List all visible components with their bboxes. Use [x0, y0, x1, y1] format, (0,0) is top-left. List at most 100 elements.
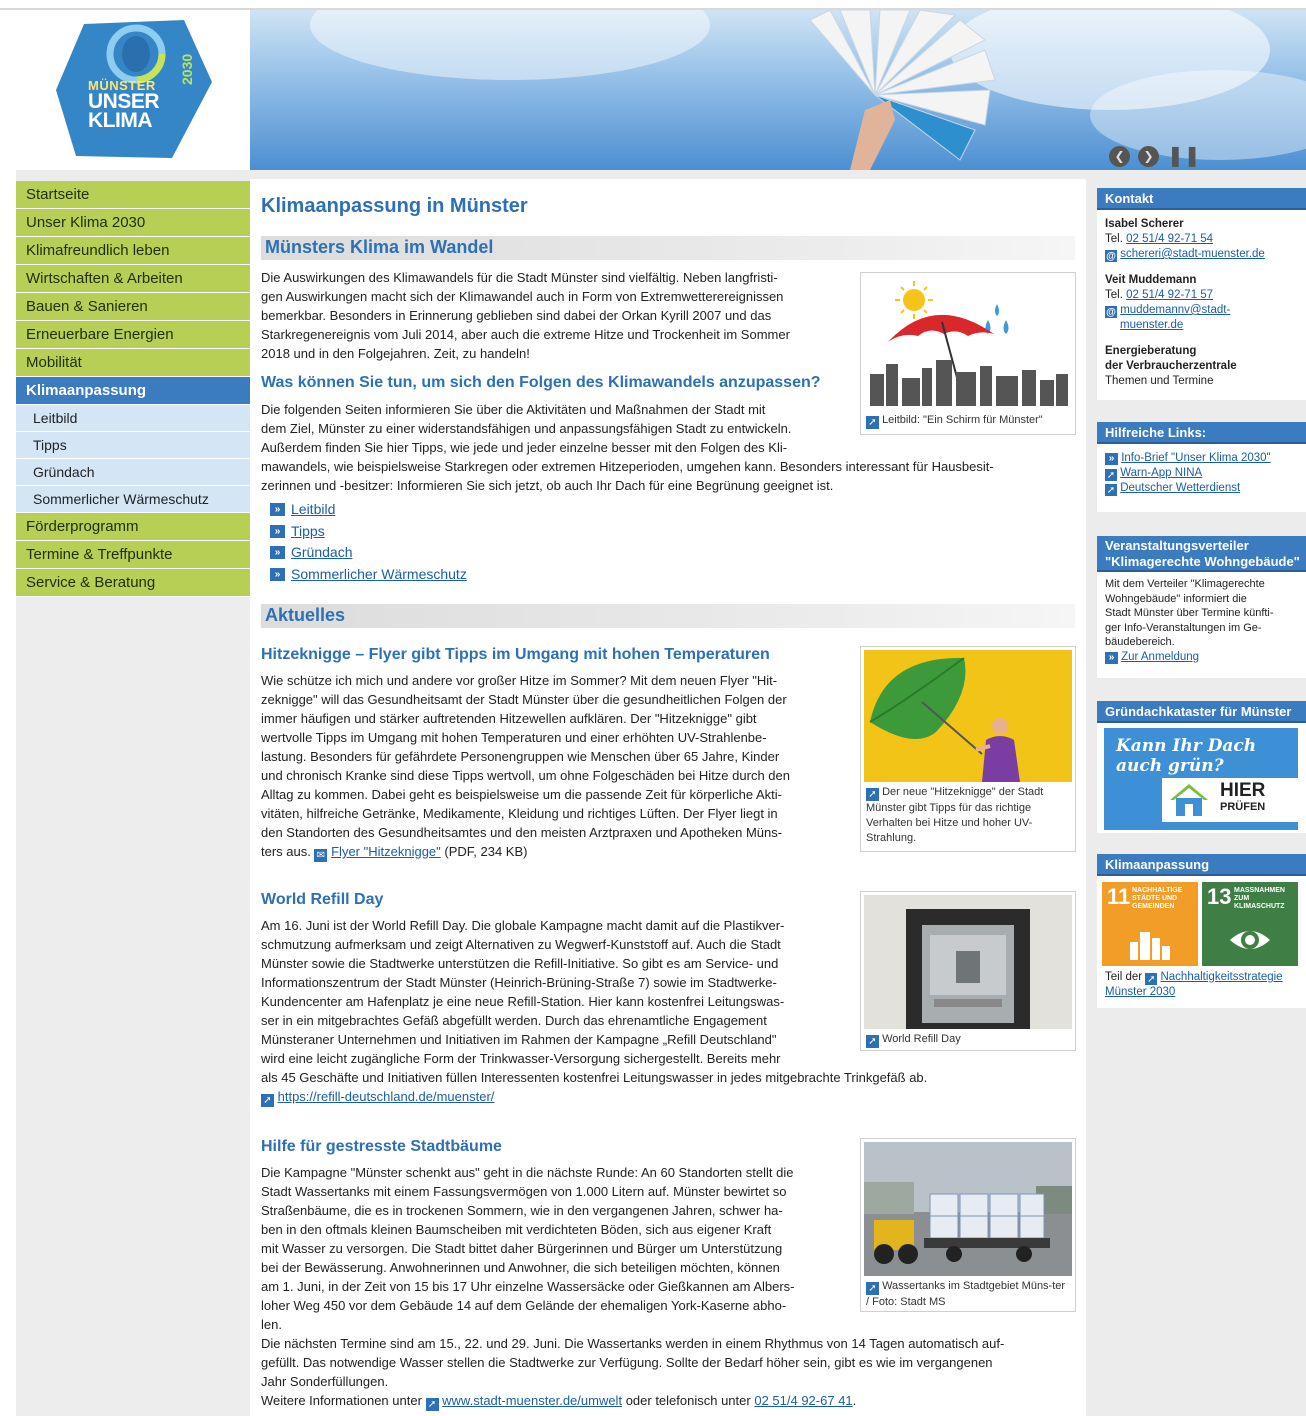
sdg-title-line: STÄDTE UND — [1132, 895, 1178, 902]
chevron-left-icon[interactable]: ❮ — [1109, 146, 1130, 167]
figure-caption: ➚ World Refill Day — [864, 1029, 1072, 1050]
text-line: Wohngebäude" informiert die — [1105, 592, 1247, 605]
text-line: ger Info-Veranstaltungen im Ge- — [1105, 621, 1262, 634]
figure-caption: ➚ Wassertanks im Stadtgebiet Müns-ter / … — [864, 1276, 1072, 1312]
anmeldung-link[interactable]: Zur Anmeldung — [1121, 651, 1199, 663]
hier-label: HIER — [1220, 780, 1266, 801]
text-line: Starkregenereignis vom Juli 2014, aber a… — [261, 327, 790, 342]
contact-name: Veit Muddemann — [1105, 274, 1197, 286]
link-text[interactable]: Leitbild — [291, 501, 335, 517]
nav-subitem-leitbild[interactable]: Leitbild — [16, 405, 250, 432]
gruendach-check-banner[interactable]: Kann Ihr Dach auch grün? HIER PRÜFEN — [1104, 728, 1298, 830]
link-text[interactable]: Sommerlicher Wärmeschutz — [291, 566, 467, 582]
text-line: wertvolle Tipps im Umgang mit hohen Temp… — [261, 730, 767, 745]
double-arrow-icon: » — [1105, 453, 1118, 465]
email-link[interactable]: schereri@stadt-muenster.de — [1120, 248, 1265, 260]
right-sidebar: Kontakt Isabel Scherer Tel. 02 51/4 92-7… — [1086, 179, 1306, 1416]
refill-deutschland-link[interactable]: https://refill-deutschland.de/muenster/ — [278, 1089, 495, 1104]
tel-label: Tel. — [1105, 289, 1123, 301]
pdf-icon: ✉ — [314, 849, 328, 862]
text-line: Außerdem finden Sie hier Tipps, wie jede… — [261, 440, 788, 455]
zoom-icon[interactable]: ➚ — [866, 1035, 879, 1048]
logo-year: 2030 — [179, 53, 195, 85]
file-info: (PDF, 234 KB) — [444, 844, 528, 859]
link-gruendach[interactable]: » Gründach — [270, 544, 352, 560]
hitzeknigge-flyer-image[interactable] — [864, 650, 1072, 782]
text-fragment: Weitere Informationen unter — [261, 1393, 422, 1408]
flyer-hitzeknigge-link[interactable]: Flyer "Hitzeknigge" — [331, 844, 441, 859]
double-arrow-icon: » — [1105, 651, 1118, 664]
subheading-anpassen: Was können Sie tun, um sich den Folgen d… — [261, 374, 821, 391]
nav-item-termine-treffpunkte[interactable]: Termine & Treffpunkte — [16, 541, 250, 569]
nav-item-mobilitaet[interactable]: Mobilität — [16, 349, 250, 377]
helpful-link-item[interactable]: ➚ Deutscher Wetterdienst — [1105, 481, 1298, 496]
sdg-number: 13 — [1207, 884, 1232, 909]
text-line: Stadt Münster über Termine künfti- — [1105, 607, 1274, 619]
hier-pruefen-button[interactable]: HIER PRÜFEN — [1162, 778, 1298, 822]
link-text[interactable]: Gründach — [291, 544, 352, 560]
stadt-muenster-umwelt-link[interactable]: www.stadt-muenster.de/umwelt — [442, 1393, 622, 1408]
link-tipps[interactable]: » Tipps — [270, 523, 325, 539]
sdg-13-tile[interactable]: 13 MASSNAHMEN ZUM KLIMASCHUTZ — [1202, 882, 1298, 966]
link-text[interactable]: Tipps — [291, 523, 325, 539]
sdg-footer: Teil der ➚ Nachhaltigkeitsstrategie Müns… — [1105, 970, 1283, 1000]
link-sommerlicher-waermeschutz[interactable]: » Sommerlicher Wärmeschutz — [270, 566, 467, 582]
wassertanks-image[interactable] — [864, 1142, 1072, 1276]
dwd-link[interactable]: Deutscher Wetterdienst — [1120, 482, 1240, 494]
text-line: gen Auswirkungen macht sich der Klimawan… — [261, 289, 784, 304]
sdg-11-tile[interactable]: 11 NACHHALTIGE STÄDTE UND GEMEINDEN — [1102, 882, 1198, 966]
text-line: als 45 Geschäfte und Initiativen füllen … — [261, 1070, 928, 1085]
refill-station-image[interactable] — [864, 895, 1072, 1029]
helpful-link-item[interactable]: » Info-Brief "Unser Klima 2030" — [1105, 451, 1298, 466]
energy-title: der Verbraucherzentrale — [1105, 360, 1237, 372]
chevron-right-icon[interactable]: ❯ — [1138, 146, 1159, 167]
text-line: mawandels, wie beispielsweise Starkregen… — [261, 459, 994, 474]
nav-item-foerderprogramm[interactable]: Förderprogramm — [16, 513, 250, 541]
sdg-title-line: NACHHALTIGE — [1132, 887, 1183, 894]
phone-link[interactable]: 02 51/4 92-67 41 — [754, 1393, 852, 1408]
email-icon: @ — [1105, 306, 1117, 318]
nachhaltigkeitsstrategie-link[interactable]: Nachhaltigkeitsstrategie — [1160, 971, 1282, 983]
section-header-klima-wandel: Münsters Klima im Wandel — [261, 236, 1075, 260]
slogan-line: auch grün? — [1116, 756, 1224, 776]
helpful-links-title: Hilfreiche Links: — [1097, 422, 1306, 444]
external-link-icon: ➚ — [261, 1094, 274, 1107]
nav-item-startseite[interactable]: Startseite — [16, 181, 250, 209]
nav-item-bauen-sanieren[interactable]: Bauen & Sanieren — [16, 293, 250, 321]
main-content: Klimaanpassung in Münster Münsters Klima… — [250, 179, 1086, 1416]
nav-item-erneuerbare-energien[interactable]: Erneuerbare Energien — [16, 321, 250, 349]
text-line: len. — [261, 1317, 282, 1332]
contact-box-body: Isabel Scherer Tel. 02 51/4 92-71 54 @ s… — [1097, 210, 1306, 397]
house-icon — [1170, 784, 1208, 816]
external-link-icon: ➚ — [1105, 469, 1117, 481]
gruendachkataster-box: Gründachkataster für Münster Kann Ihr Da… — [1097, 701, 1306, 833]
sdg-number: 11 — [1107, 884, 1131, 909]
nav-item-klimafreundlich-leben[interactable]: Klimafreundlich leben — [16, 237, 250, 265]
nav-subitem-sommerlicher-waermeschutz[interactable]: Sommerlicher Wärmeschutz — [16, 486, 250, 513]
phone-link[interactable]: 02 51/4 92-71 54 — [1126, 233, 1213, 245]
section-title: Aktuelles — [265, 605, 346, 625]
email-link[interactable]: muddemannv@stadt- — [1120, 304, 1230, 316]
phone-link[interactable]: 02 51/4 92-71 57 — [1126, 289, 1213, 301]
nav-item-wirtschaften-arbeiten[interactable]: Wirtschaften & Arbeiten — [16, 265, 250, 293]
contact-box-title: Kontakt — [1097, 188, 1306, 210]
nav-subitem-gruendach[interactable]: Gründach — [16, 459, 250, 486]
sdg-title: MASSNAHMEN ZUM KLIMASCHUTZ — [1234, 887, 1298, 911]
nav-item-klimaanpassung[interactable]: Klimaanpassung — [16, 377, 250, 405]
warn-app-nina-link[interactable]: Warn-App NINA — [1120, 467, 1202, 479]
header-banner: ❮ ❯ ❚❚ — [250, 10, 1306, 170]
nav-subitem-tipps[interactable]: Tipps — [16, 432, 250, 459]
email-link[interactable]: muenster.de — [1120, 319, 1183, 331]
pause-icon[interactable]: ❚❚ — [1167, 146, 1201, 167]
nav-item-service-beratung[interactable]: Service & Beratung — [16, 569, 250, 597]
text-line: immer häufigen und stärker auftretenden … — [261, 711, 757, 726]
site-logo[interactable]: MÜNSTER UNSER KLIMA 2030 — [16, 10, 250, 170]
nav-item-unser-klima-2030[interactable]: Unser Klima 2030 — [16, 209, 250, 237]
nachhaltigkeitsstrategie-link[interactable]: Münster 2030 — [1105, 986, 1175, 998]
helpful-link-item[interactable]: ➚ Warn-App NINA — [1105, 466, 1298, 481]
zoom-icon[interactable]: ➚ — [866, 1282, 879, 1295]
zoom-icon[interactable]: ➚ — [866, 788, 879, 801]
info-brief-link[interactable]: Info-Brief "Unser Klima 2030" — [1121, 452, 1270, 464]
umbrella-city-illustration[interactable] — [864, 276, 1072, 410]
link-leitbild[interactable]: » Leitbild — [270, 501, 335, 517]
